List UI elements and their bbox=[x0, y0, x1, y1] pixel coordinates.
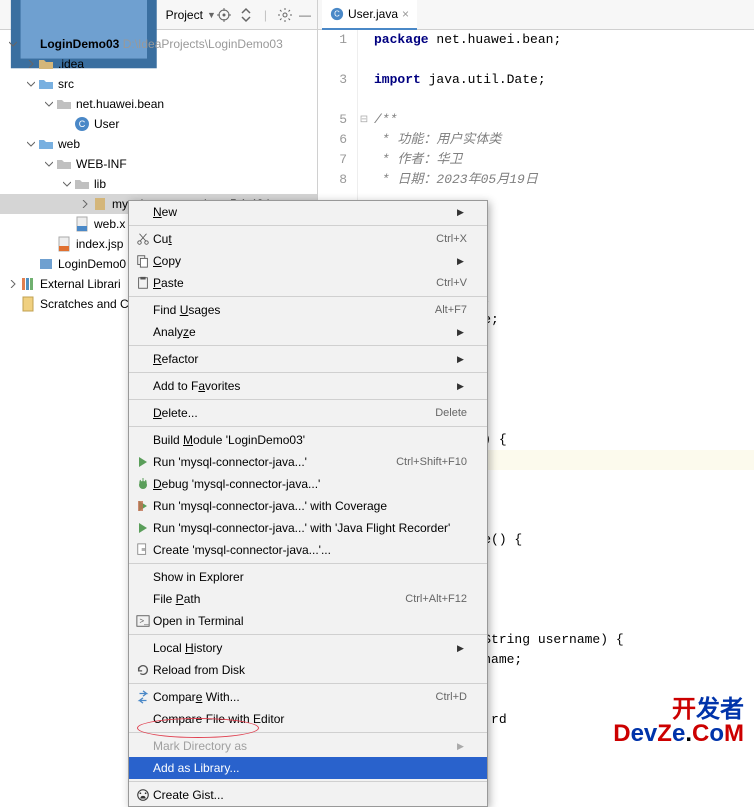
tree-item-src[interactable]: src bbox=[0, 74, 317, 94]
menu-local-history[interactable]: Local History▶ bbox=[129, 637, 487, 659]
expand-icon[interactable] bbox=[238, 7, 254, 23]
svg-text:≡: ≡ bbox=[141, 547, 145, 554]
menu-file-path[interactable]: File PathCtrl+Alt+F12 bbox=[129, 588, 487, 610]
menu-create-run[interactable]: ≡Create 'mysql-connector-java...'... bbox=[129, 539, 487, 561]
menu-compare-editor[interactable]: Compare File with Editor bbox=[129, 708, 487, 730]
menu-new[interactable]: New▶ bbox=[129, 201, 487, 223]
watermark: 开发者 DevZe.CoM bbox=[613, 698, 744, 746]
tree-item-web[interactable]: web bbox=[0, 134, 317, 154]
menu-cut[interactable]: CutCtrl+X bbox=[129, 228, 487, 250]
menu-run-jfr[interactable]: Run 'mysql-connector-java...' with 'Java… bbox=[129, 517, 487, 539]
menu-paste[interactable]: PasteCtrl+V bbox=[129, 272, 487, 294]
locate-icon[interactable] bbox=[216, 7, 232, 23]
menu-add-as-library[interactable]: Add as Library... bbox=[129, 757, 487, 779]
menu-create-gist[interactable]: Create Gist... bbox=[129, 784, 487, 806]
project-tool-header: Project ▼ | — bbox=[0, 0, 317, 30]
svg-text:C: C bbox=[334, 9, 340, 18]
menu-analyze[interactable]: Analyze▶ bbox=[129, 321, 487, 343]
menu-compare-with[interactable]: Compare With...Ctrl+D bbox=[129, 686, 487, 708]
menu-run[interactable]: Run 'mysql-connector-java...'Ctrl+Shift+… bbox=[129, 451, 487, 473]
dropdown-icon[interactable]: ▼ bbox=[207, 10, 216, 20]
context-menu: New▶ CutCtrl+X Copy▶ PasteCtrl+V Find Us… bbox=[128, 200, 488, 807]
tab-user-java[interactable]: C User.java × bbox=[322, 0, 417, 30]
gear-icon[interactable] bbox=[277, 7, 293, 23]
menu-add-favorites[interactable]: Add to Favorites▶ bbox=[129, 375, 487, 397]
menu-build-module[interactable]: Build Module 'LoginDemo03' bbox=[129, 429, 487, 451]
editor-tabs: C User.java × bbox=[318, 0, 754, 30]
tree-item-user-class[interactable]: CUser bbox=[0, 114, 317, 134]
menu-delete[interactable]: Delete...Delete bbox=[129, 402, 487, 424]
project-title: Project bbox=[166, 8, 203, 22]
svg-text:>_: >_ bbox=[140, 617, 150, 626]
hide-icon[interactable]: — bbox=[299, 8, 311, 22]
menu-reload[interactable]: Reload from Disk bbox=[129, 659, 487, 681]
svg-text:C: C bbox=[79, 119, 86, 129]
menu-mark-directory: Mark Directory as▶ bbox=[129, 735, 487, 757]
tree-item-package[interactable]: net.huawei.bean bbox=[0, 94, 317, 114]
menu-show-explorer[interactable]: Show in Explorer bbox=[129, 566, 487, 588]
menu-find-usages[interactable]: Find UsagesAlt+F7 bbox=[129, 299, 487, 321]
class-icon: C bbox=[330, 7, 344, 21]
menu-debug[interactable]: Debug 'mysql-connector-java...' bbox=[129, 473, 487, 495]
menu-refactor[interactable]: Refactor▶ bbox=[129, 348, 487, 370]
tree-item-webinf[interactable]: WEB-INF bbox=[0, 154, 317, 174]
tree-project-root[interactable]: LoginDemo03 D:\IdeaProjects\LoginDemo03 bbox=[0, 34, 317, 54]
menu-open-terminal[interactable]: >_Open in Terminal bbox=[129, 610, 487, 632]
tree-item-idea[interactable]: .idea bbox=[0, 54, 317, 74]
menu-copy[interactable]: Copy▶ bbox=[129, 250, 487, 272]
tree-item-lib[interactable]: lib bbox=[0, 174, 317, 194]
tab-close-icon[interactable]: × bbox=[402, 7, 409, 21]
menu-run-coverage[interactable]: Run 'mysql-connector-java...' with Cover… bbox=[129, 495, 487, 517]
